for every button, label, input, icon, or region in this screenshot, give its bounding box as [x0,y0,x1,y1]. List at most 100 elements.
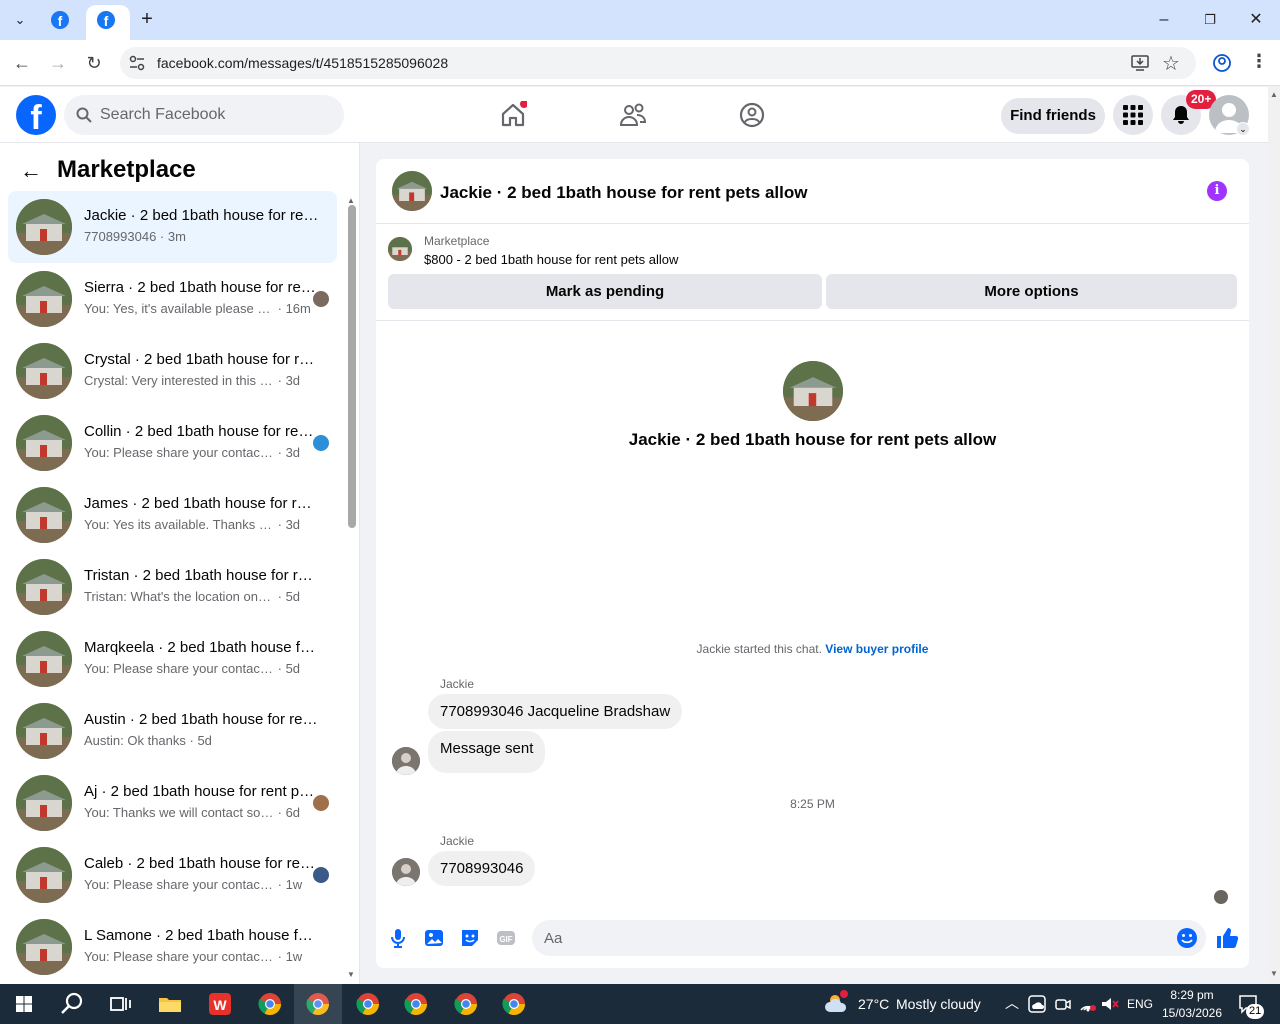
emoji-icon[interactable] [1176,927,1198,949]
chat-header-thumbnail[interactable] [392,171,432,211]
photo-icon[interactable] [423,927,445,949]
weather-description[interactable]: Mostly cloudy [896,996,981,1012]
profile-icon[interactable] [1212,53,1232,73]
conversation-item[interactable]: Jackie · 2 bed 1bath house for rent pets… [8,191,337,263]
conversation-thumbnail [16,487,72,543]
weather-temp[interactable]: 27°C [858,996,889,1012]
chat-center-thumbnail [783,361,843,421]
house-photo-icon [16,631,72,687]
onedrive-icon[interactable] [1028,995,1046,1013]
chrome-icon[interactable] [500,990,528,1018]
conversation-time: 16m [285,301,311,316]
task-view-icon[interactable] [106,990,134,1018]
back-arrow-icon[interactable]: ← [20,158,42,184]
clock-time[interactable]: 8:29 pm [1163,988,1221,1002]
minimize-icon[interactable]: – [1152,8,1176,32]
chrome-menu-icon[interactable]: ⋮ [1250,51,1268,72]
conversation-item[interactable]: Sierra · 2 bed 1bath house for rent pets… [8,263,337,335]
conversation-thumbnail [16,343,72,399]
conversation-item[interactable]: Caleb · 2 bed 1bath house for rent pets … [8,839,337,911]
conversation-item[interactable]: Collin · 2 bed 1bath house for rent pets… [8,407,337,479]
listing-title[interactable]: $800 - 2 bed 1bath house for rent pets a… [424,252,678,267]
conversation-thumbnail [16,271,72,327]
message-input[interactable] [532,920,1206,956]
notification-center-count: 21 [1246,1004,1265,1019]
find-friends-button[interactable]: Find friends [1001,98,1105,134]
message-bubble[interactable]: 7708993046 Jacqueline Bradshaw [428,694,683,729]
site-settings-icon[interactable] [128,54,146,72]
clock-date[interactable]: 15/03/2026 [1159,1006,1225,1020]
gif-icon[interactable]: GIF [495,927,517,949]
taskbar-search-icon[interactable] [58,990,86,1018]
house-photo-icon [16,703,72,759]
show-hidden-icons-chevron-up-icon[interactable]: ︿ [1005,993,1019,1013]
dot-separator: · [156,229,168,244]
more-options-button[interactable]: More options [826,274,1237,309]
meet-now-icon[interactable] [1054,995,1072,1013]
sender-avatar[interactable] [392,747,420,775]
conversation-preview: Crystal: Very interested in this rental. [84,373,274,388]
conversation-preview: You: Please share your contact nu... [84,949,274,964]
weather-cloud-icon[interactable] [825,990,851,1016]
conversation-item[interactable]: Crystal · 2 bed 1bath house for rent pet… [8,335,337,407]
url-text[interactable]: facebook.com/messages/t/4518515285096028 [157,55,448,71]
page-scroll-up-icon[interactable]: ▲ [1270,90,1278,99]
conversation-title: Caleb · 2 bed 1bath house for rent pets … [84,855,319,872]
sticker-icon[interactable] [459,927,481,949]
groups-icon[interactable] [738,101,766,129]
account-chevron-down-icon[interactable]: ⌄ [1236,122,1250,136]
search-placeholder: Search Facebook [100,106,226,123]
page-scroll-down-icon[interactable]: ▼ [1270,969,1278,978]
chrome-icon[interactable] [402,990,430,1018]
reload-icon[interactable]: ↻ [82,51,106,75]
listing-thumbnail[interactable] [388,237,412,261]
file-explorer-icon[interactable] [156,990,184,1018]
conversation-preview-line: You: Yes its available. Thanks for rea..… [84,517,300,532]
chat-title[interactable]: Jackie · 2 bed 1bath house for rent pets… [440,183,807,203]
info-icon[interactable]: i [1207,181,1227,201]
conversation-item[interactable]: Tristan · 2 bed 1bath house for rent pet… [8,551,337,623]
conversation-item[interactable]: Austin · 2 bed 1bath house for rent pets… [8,695,337,767]
bookmark-star-icon[interactable]: ☆ [1162,51,1180,76]
scroll-up-icon[interactable]: ▲ [347,196,355,205]
active-taskbar-item [294,984,342,1024]
svg-text:W: W [213,997,227,1013]
wifi-icon[interactable] [1078,995,1098,1013]
new-tab-plus-icon[interactable]: + [136,8,158,30]
thumbs-up-icon[interactable] [1215,926,1239,950]
message-bubble[interactable]: 7708993046 [428,851,536,886]
microphone-icon[interactable] [387,927,409,949]
conversation-time: 6d [285,805,301,820]
sidebar-scrollbar[interactable] [348,205,356,528]
conversation-item[interactable]: L Samone · 2 bed 1bath house for rent pe… [8,911,337,983]
message-bubble[interactable]: Message sent [428,731,546,773]
restore-icon[interactable]: ❐ [1198,8,1222,32]
input-language[interactable]: ENG [1127,997,1153,1011]
home-icon[interactable] [499,101,527,129]
forward-arrow-icon[interactable]: → [46,51,70,75]
close-window-icon[interactable]: ✕ [1244,8,1268,32]
windows-start-icon[interactable] [10,990,38,1018]
back-arrow-icon[interactable]: ← [10,51,34,75]
conversation-item[interactable]: Marqkeela · 2 bed 1bath house for rent p… [8,623,337,695]
friends-icon[interactable] [619,101,647,129]
install-app-icon[interactable] [1130,53,1150,73]
page-scrollbar[interactable] [1268,87,1280,984]
view-buyer-profile-link[interactable]: View buyer profile [825,642,928,656]
chrome-icon[interactable] [256,990,284,1018]
house-photo-icon [16,487,72,543]
conversation-item[interactable]: James · 2 bed 1bath house for rent pets … [8,479,337,551]
conversation-thumbnail [16,775,72,831]
volume-muted-icon[interactable] [1100,995,1120,1013]
conversation-item[interactable]: Aj · 2 bed 1bath house for rent pets all… [8,767,337,839]
tab-search-chevron-icon[interactable]: ⌄ [8,8,32,32]
mark-as-pending-button[interactable]: Mark as pending [388,274,822,309]
wps-office-icon[interactable]: W [206,990,234,1018]
scroll-down-icon[interactable]: ▼ [347,970,355,979]
sender-avatar[interactable] [392,858,420,886]
facebook-logo-icon[interactable]: f [16,95,56,135]
chrome-icon[interactable] [452,990,480,1018]
chrome-icon[interactable] [354,990,382,1018]
facebook-tab-favicon-icon[interactable]: f [51,11,69,29]
dot-separator: · [274,589,286,604]
